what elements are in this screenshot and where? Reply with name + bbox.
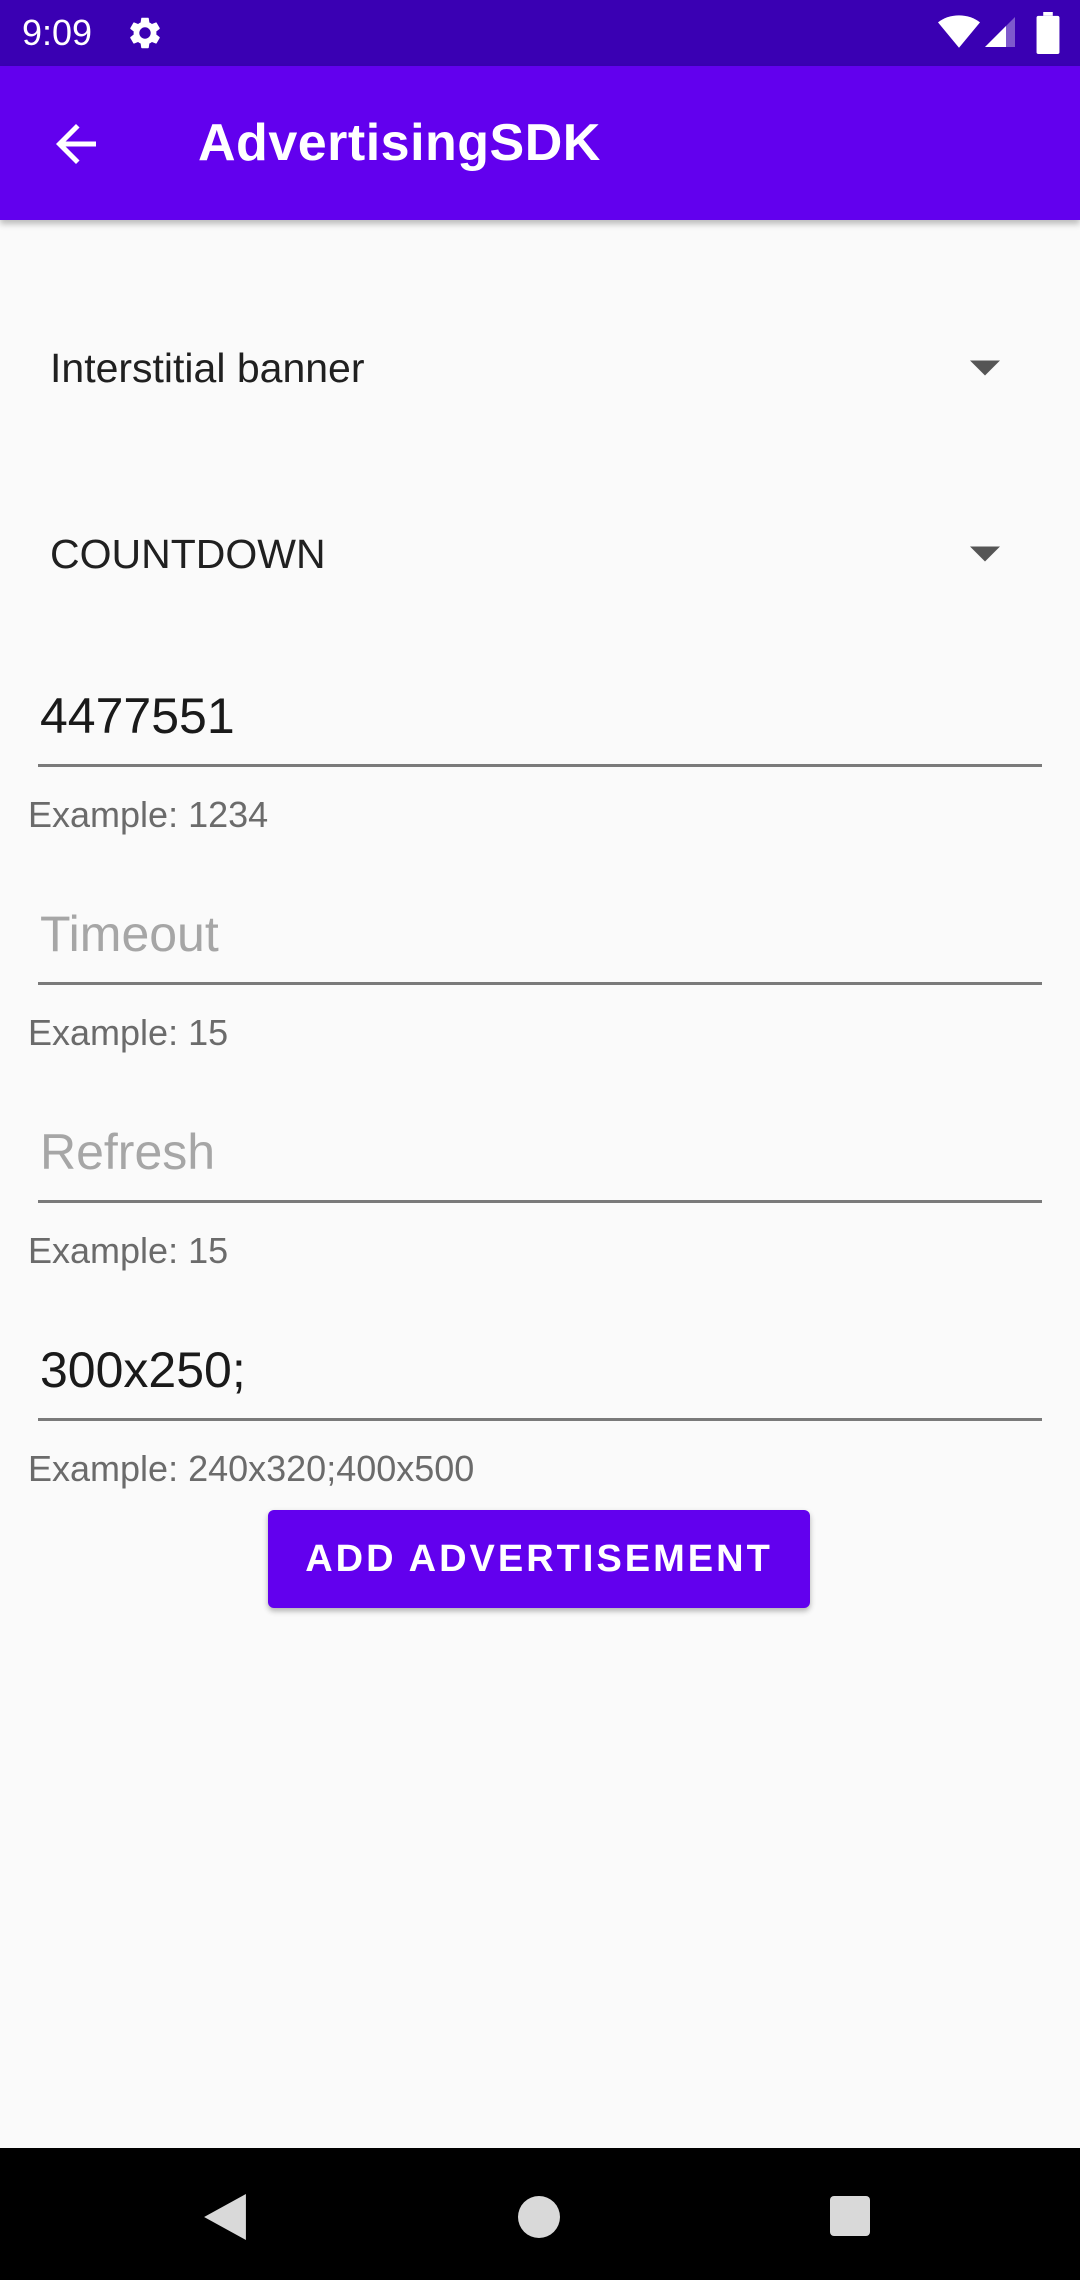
wifi-icon bbox=[938, 15, 980, 48]
sizes-field bbox=[38, 1322, 1042, 1422]
gear-icon bbox=[130, 17, 160, 49]
navigation-bar bbox=[0, 2148, 1080, 2280]
close-mode-spinner[interactable]: COUNTDOWN bbox=[28, 496, 1018, 616]
refresh-underline bbox=[38, 1200, 1042, 1203]
timeout-helper: Example: 15 bbox=[28, 1012, 229, 1053]
status-time: 9:09 bbox=[22, 12, 93, 53]
ad-type-spinner[interactable]: Interstitial banner bbox=[28, 310, 1018, 430]
add-advertisement-button[interactable]: ADD ADVERTISEMENT bbox=[268, 1510, 810, 1608]
zone-id-underline bbox=[38, 764, 1042, 767]
app-bar: AdvertisingSDK bbox=[0, 66, 1080, 220]
sizes-underline bbox=[38, 1418, 1042, 1421]
sizes-helper: Example: 240x320;400x500 bbox=[28, 1448, 475, 1489]
zone-id-input[interactable] bbox=[38, 668, 1042, 764]
signal-icon bbox=[985, 17, 1015, 47]
app-title: AdvertisingSDK bbox=[198, 114, 601, 172]
refresh-helper: Example: 15 bbox=[28, 1230, 229, 1271]
nav-back-icon[interactable] bbox=[204, 2194, 246, 2240]
ad-type-value: Interstitial banner bbox=[50, 345, 365, 391]
zone-id-field bbox=[38, 668, 1042, 768]
battery-icon bbox=[1036, 12, 1060, 54]
dropdown-arrow-icon bbox=[970, 360, 1000, 376]
close-mode-value: COUNTDOWN bbox=[50, 531, 326, 577]
zone-id-helper: Example: 1234 bbox=[28, 794, 269, 835]
refresh-input[interactable] bbox=[38, 1104, 1042, 1200]
arrow-back-icon[interactable] bbox=[40, 114, 112, 174]
nav-recents-icon[interactable] bbox=[830, 2196, 870, 2236]
refresh-field bbox=[38, 1104, 1042, 1204]
timeout-underline bbox=[38, 982, 1042, 985]
timeout-field bbox=[38, 886, 1042, 986]
sizes-input[interactable] bbox=[38, 1322, 1042, 1418]
timeout-input[interactable] bbox=[38, 886, 1042, 982]
nav-home-icon[interactable] bbox=[518, 2196, 560, 2238]
dropdown-arrow-icon bbox=[970, 546, 1000, 562]
status-bar: 9:09 bbox=[0, 0, 1080, 66]
